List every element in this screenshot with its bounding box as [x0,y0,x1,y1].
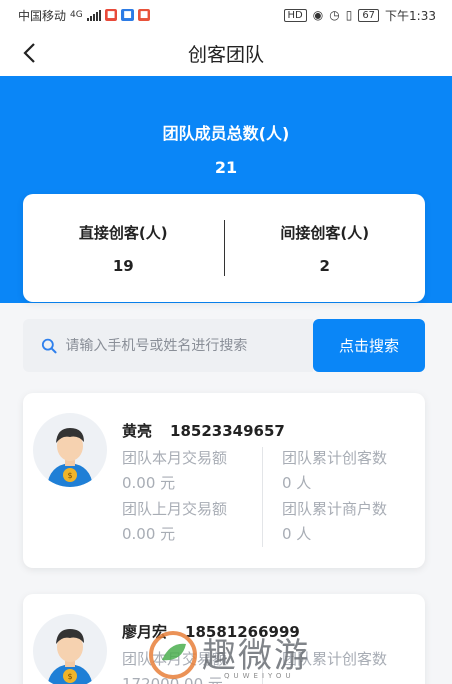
avatar: $ [33,614,107,684]
member-name-row: 黄亮 18523349657 [122,420,285,441]
total-makers-value: 0 人 [282,474,312,492]
card-divider [262,648,263,684]
eye-icon: ◉ [312,8,324,22]
total-makers-label: 团队累计创客数 [282,650,388,668]
month-volume-label: 团队本月交易额 [122,650,228,668]
member-name-row: 廖月宏 18581266999 [122,621,300,642]
svg-text:$: $ [67,672,72,681]
navigation-bar: 创客团队 [0,30,452,76]
svg-text:$: $ [67,471,72,480]
member-card[interactable]: $ 黄亮 18523349657 团队本月交易额 0.00 元 团队上月交易额 0… [23,393,425,568]
direct-makers-label: 直接创客(人) [78,223,168,242]
member-name: 黄亮 [122,422,153,440]
network-label: 4G [70,10,83,20]
team-total-label: 团队成员总数(人) [162,124,290,143]
indirect-makers-label: 间接创客(人) [280,223,370,242]
member-name: 廖月宏 [122,623,168,641]
avatar: $ [33,413,107,487]
indirect-makers-stat: 间接创客(人) 2 [225,222,426,275]
vibrate-icon: ▯ [345,8,353,22]
maker-stats-card: 直接创客(人) 19 间接创客(人) 2 [23,194,425,302]
member-phone: 18523349657 [170,422,285,440]
month-volume-value: 0.00 元 [122,474,176,492]
total-makers-label: 团队累计创客数 [282,449,388,467]
carrier-label: 中国移动 [18,8,67,23]
last-month-volume-label: 团队上月交易额 [122,500,228,518]
page-title: 创客团队 [187,43,264,66]
search-input[interactable] [65,337,313,354]
search-bar: 点击搜索 [23,319,425,372]
month-volume-label: 团队本月交易额 [122,449,228,467]
news-notification-icon: ■ [137,9,151,21]
signal-icon [86,9,101,21]
total-merchants-value: 0 人 [282,525,312,543]
search-icon [41,338,57,353]
team-total-value: 21 [214,158,238,177]
user-avatar-icon: $ [47,629,93,684]
hd-label: HD [283,8,307,22]
indirect-makers-value: 2 [319,256,330,275]
user-avatar-icon: $ [47,428,93,487]
search-field-container[interactable] [23,319,313,372]
message-notification-icon: ■ [121,9,134,21]
chevron-left-icon [23,43,35,63]
back-button[interactable] [14,38,44,68]
search-button[interactable]: 点击搜索 [313,319,425,372]
direct-makers-value: 19 [112,256,134,275]
last-month-volume-value: 0.00 元 [122,525,176,543]
member-phone: 18581266999 [185,623,300,641]
total-merchants-label: 团队累计商户数 [282,500,388,518]
member-card[interactable]: $ 廖月宏 18581266999 团队本月交易额 172000.00 元 团队累… [23,594,425,684]
alarm-icon: ◷ [329,8,340,22]
status-time: 下午1:33 [385,8,436,23]
card-divider [262,447,263,547]
month-volume-value: 172000.00 元 [122,675,223,684]
status-bar: 中国移动 4G ■ ■ ■ HD ◉ ◷ ▯ 67 下午1:33 [0,0,452,30]
app-notification-icon: ■ [104,9,118,21]
battery-icon: 67 [358,8,380,22]
direct-makers-stat: 直接创客(人) 19 [23,222,224,275]
